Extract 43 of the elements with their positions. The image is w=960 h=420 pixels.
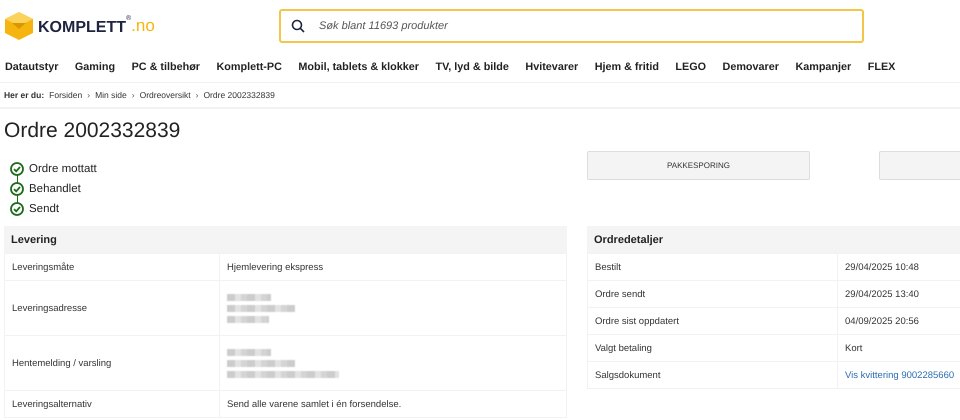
row-label: Valgt betaling: [588, 334, 838, 362]
status-step-label: Sendt: [29, 203, 60, 215]
redacted-text-placeholder: [227, 294, 295, 322]
row-label: Hentemelding / varsling: [4, 336, 220, 390]
breadcrumb-link[interactable]: Min side: [95, 90, 127, 100]
logo-icon: [4, 11, 34, 41]
nav-link[interactable]: Hjem & fritid: [594, 61, 659, 73]
page-title: Ordre 2002332839: [4, 119, 182, 144]
breadcrumb-label: Her er du:: [4, 90, 44, 100]
nav-link[interactable]: Mobil, tablets & klokker: [298, 61, 419, 73]
row-value: Hjemlevering ekspress: [220, 254, 566, 280]
breadcrumb-link[interactable]: Forsiden: [49, 90, 82, 100]
breadcrumb-separator: ›: [196, 90, 198, 100]
nav-link[interactable]: Gaming: [74, 61, 116, 73]
search-field[interactable]: Søk blant 11693 produkter: [279, 9, 864, 43]
status-step-label: Behandlet: [29, 183, 81, 195]
row-label: Leveringsmåte: [4, 254, 220, 280]
nav-link[interactable]: Kampanjer: [795, 61, 852, 73]
status-step-label: Ordre mottatt: [29, 163, 97, 175]
row-label: Leveringsalternativ: [4, 390, 220, 418]
row-label: Bestilt: [588, 254, 838, 280]
nav-link[interactable]: TV, lyd & bilde: [436, 61, 509, 73]
search-icon: [291, 19, 305, 33]
panel-header: Ordredetaljer: [587, 226, 960, 253]
row-label: Ordre sist oppdatert: [588, 308, 838, 334]
breadcrumb-link[interactable]: Ordreoversikt: [140, 90, 191, 100]
nav-link[interactable]: FLEX: [868, 61, 896, 73]
row-label: Salgsdokument: [588, 362, 838, 388]
nav-link[interactable]: LEGO: [675, 61, 706, 73]
row-label: Leveringsadresse: [4, 280, 220, 336]
nav-link[interactable]: Komplett-PC: [216, 61, 282, 73]
nav-link[interactable]: Hvitevarer: [525, 61, 578, 73]
row-value: 29/04/2025 10:48: [838, 254, 960, 280]
breadcrumb-separator: ›: [87, 90, 90, 100]
panel-header: Levering: [4, 226, 567, 253]
nav-link[interactable]: Datautstyr: [5, 61, 58, 73]
nav-link[interactable]: Demovarer: [722, 61, 779, 73]
breadcrumb-separator: ›: [132, 90, 135, 100]
nav-link[interactable]: PC & tilbehør: [132, 61, 200, 73]
action-button[interactable]: PAKKESPORING: [587, 151, 810, 180]
breadcrumb-link[interactable]: Ordre 2002332839: [203, 90, 275, 100]
row-value: Send alle varene samlet i én forsendelse.: [220, 390, 566, 418]
row-label: Ordre sendt: [588, 280, 838, 308]
